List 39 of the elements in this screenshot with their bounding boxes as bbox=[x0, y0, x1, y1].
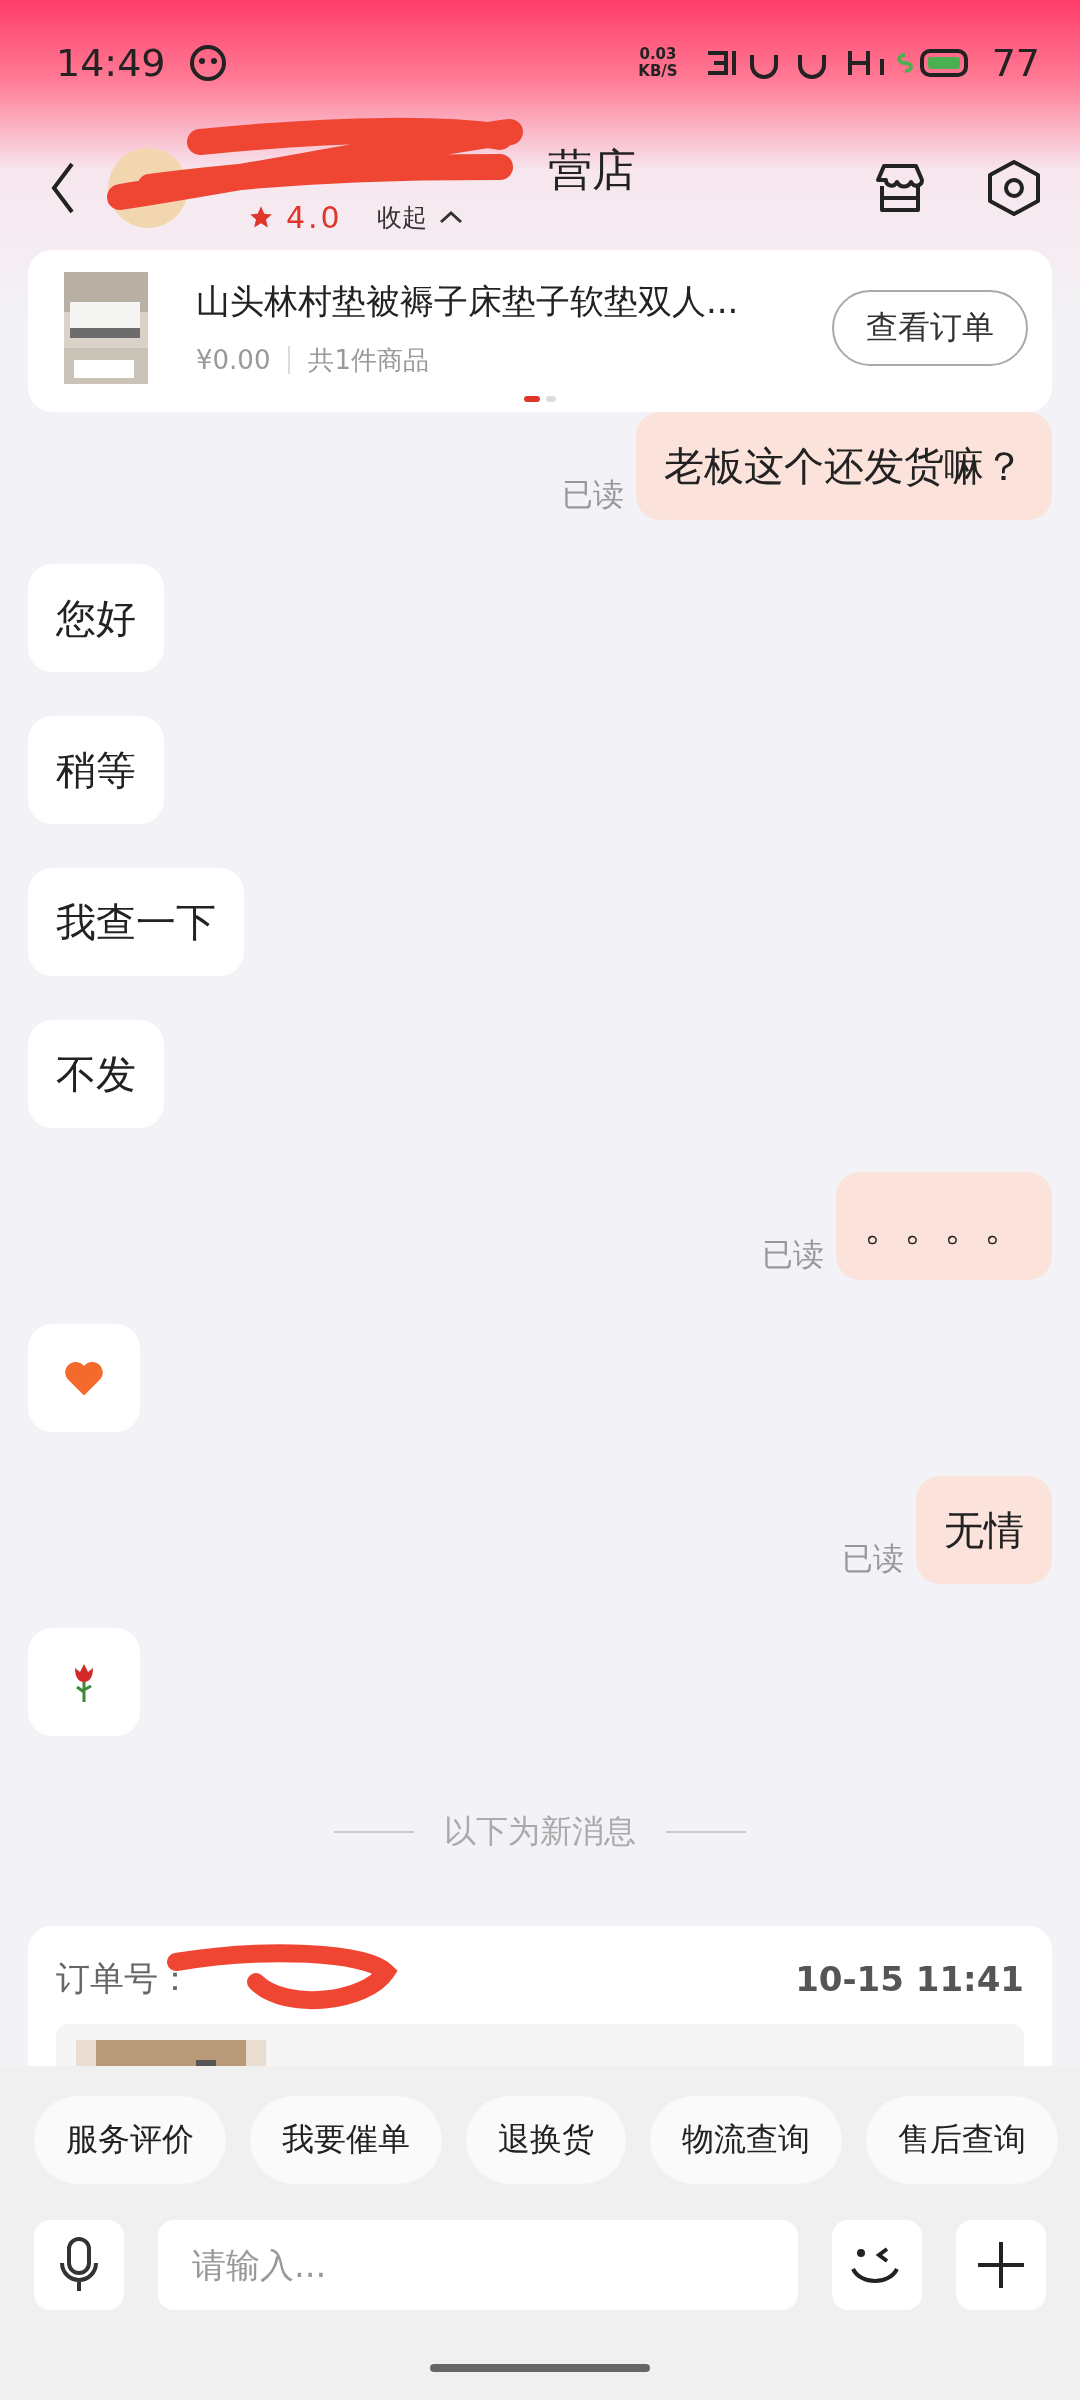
quick-reply-chip[interactable]: 服务评价 bbox=[34, 2096, 226, 2184]
add-button[interactable] bbox=[956, 2220, 1046, 2310]
message-bubble: 不发 bbox=[28, 1020, 164, 1128]
new-messages-divider: 以下为新消息 bbox=[444, 1811, 636, 1852]
plus-icon bbox=[976, 2240, 1026, 2290]
message-bubble: 。。。。 bbox=[836, 1172, 1052, 1280]
product-count: 共1件商品 bbox=[308, 343, 429, 377]
quick-reply-chip[interactable]: 物流查询 bbox=[650, 2096, 842, 2184]
face-icon bbox=[187, 42, 228, 83]
message-bubble: 老板这个还发货嘛？ bbox=[636, 412, 1052, 520]
battery-level: 77 bbox=[991, 40, 1040, 85]
product-card[interactable]: 山头林村垫被褥子床垫子软垫双人... ¥0.00 共1件商品 查看订单 bbox=[28, 250, 1052, 412]
order-card[interactable]: 订单号： 10-15 11:41 bbox=[28, 1926, 1052, 2066]
star-icon bbox=[248, 204, 274, 230]
chevron-icon[interactable] bbox=[438, 210, 463, 224]
microphone-icon bbox=[59, 2237, 99, 2293]
message-input[interactable]: 请输入... bbox=[158, 2220, 798, 2310]
order-time: 10-15 11:41 bbox=[795, 1959, 1024, 1999]
view-order-button[interactable]: 查看订单 bbox=[832, 290, 1028, 366]
product-title: 山头林村垫被褥子床垫子软垫双人... bbox=[196, 279, 740, 323]
collapse-link[interactable]: 收起 bbox=[376, 200, 427, 234]
message-bubble: 无情 bbox=[916, 1476, 1052, 1584]
emoji-button[interactable] bbox=[832, 2220, 922, 2310]
message-bubble: 我查一下 bbox=[28, 868, 244, 976]
product-price: ¥0.00 bbox=[196, 345, 271, 375]
read-status: 已读 bbox=[762, 1235, 824, 1274]
quick-reply-chip[interactable]: 我要催单 bbox=[250, 2096, 442, 2184]
shop-name: 营店 bbox=[547, 142, 636, 197]
quick-reply-chip[interactable]: 退换货 bbox=[466, 2096, 626, 2184]
net-speed: 0.03 KB/S bbox=[638, 45, 678, 80]
message-bubble: 稍等 bbox=[28, 716, 164, 824]
voice-button[interactable] bbox=[34, 2220, 124, 2310]
status-time: 14:49 bbox=[56, 40, 166, 85]
read-status: 已读 bbox=[842, 1539, 904, 1578]
quick-reply-chip[interactable]: 售后查询 bbox=[866, 2096, 1058, 2184]
shop-rating: 4.0 bbox=[286, 199, 343, 235]
message-bubble: 您好 bbox=[28, 564, 164, 672]
read-status: 已读 bbox=[562, 475, 624, 514]
order-number-label: 订单号： bbox=[56, 1957, 192, 2000]
